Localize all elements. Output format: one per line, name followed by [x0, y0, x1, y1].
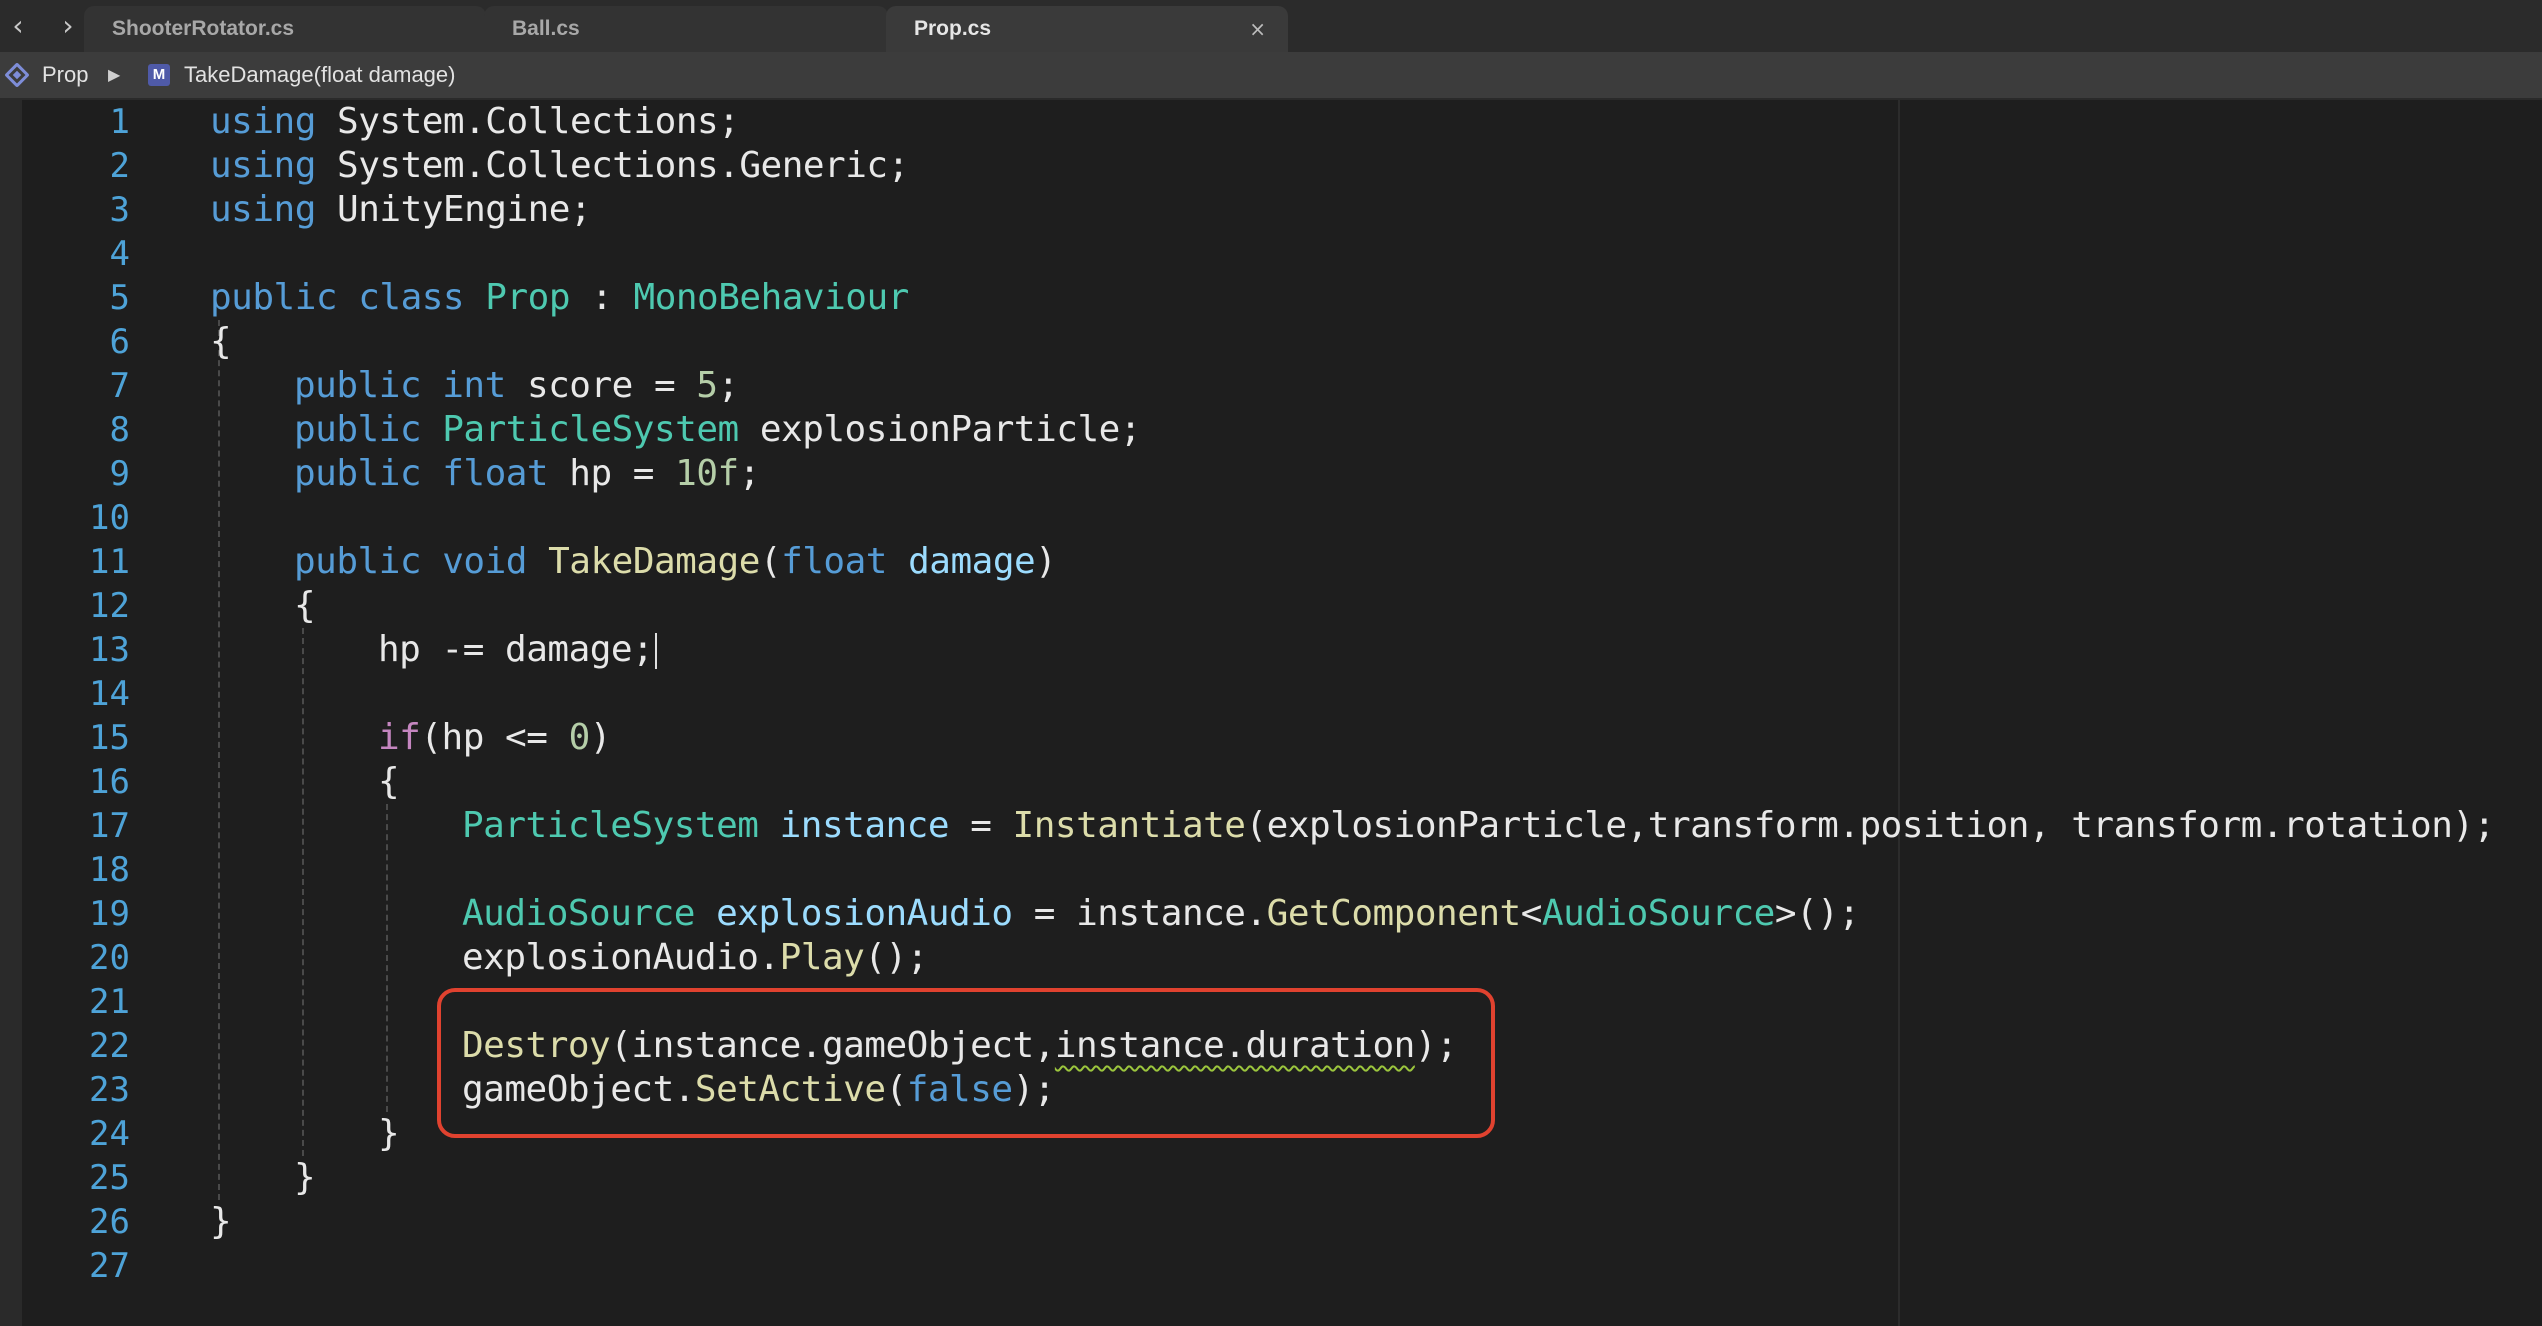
breadcrumb-separator-icon: ▶: [108, 65, 121, 84]
line-number: 25: [89, 1158, 130, 1198]
code-line: {: [210, 321, 232, 362]
code-line: public void TakeDamage(float damage): [294, 541, 1057, 582]
line-number: 12: [89, 586, 130, 626]
indent-guide: [386, 804, 388, 1112]
text-cursor: [655, 633, 658, 669]
code-line: public ParticleSystem explosionParticle;: [294, 409, 1141, 450]
line-number: 23: [89, 1070, 130, 1110]
line-number: 16: [89, 762, 130, 802]
code-line: gameObject.SetActive(false);: [462, 1069, 1055, 1110]
line-number: 15: [89, 718, 130, 758]
line-number: 3: [109, 190, 130, 230]
close-icon[interactable]: ×: [1249, 6, 1266, 52]
tab-shooterrotator[interactable]: ShooterRotator.cs: [84, 6, 486, 52]
line-number: 17: [89, 806, 130, 846]
tab-label: Prop.cs: [914, 17, 992, 40]
code-line: }: [210, 1201, 232, 1242]
line-number: 27: [89, 1246, 130, 1286]
breadcrumb-class[interactable]: Prop: [42, 52, 88, 98]
code-line: Destroy(instance.gameObject,instance.dur…: [462, 1025, 1458, 1066]
line-number: 22: [89, 1026, 130, 1066]
code-line: if(hp <= 0): [378, 717, 611, 758]
line-number: 26: [89, 1202, 130, 1242]
code-line: using System.Collections.Generic;: [210, 145, 909, 186]
tab-bar: ‹ › ShooterRotator.cs Ball.cs Prop.cs ×: [0, 0, 2542, 52]
code-line: }: [378, 1113, 400, 1154]
line-number: 5: [109, 278, 130, 318]
line-number: 9: [109, 454, 130, 494]
warning-squiggle[interactable]: instance.duration: [1055, 1025, 1415, 1066]
forward-arrow-icon[interactable]: ›: [52, 10, 84, 42]
line-number: 19: [89, 894, 130, 934]
tab-ball[interactable]: Ball.cs: [484, 6, 888, 52]
code-line: public class Prop : MonoBehaviour: [210, 277, 909, 318]
code-line: hp -= damage;: [378, 628, 658, 672]
line-number: 6: [109, 322, 130, 362]
code-line: }: [294, 1157, 316, 1198]
tab-label: Ball.cs: [512, 17, 580, 40]
code-line: using UnityEngine;: [210, 189, 592, 230]
line-number: 20: [89, 938, 130, 978]
breadcrumb-method[interactable]: TakeDamage(float damage): [184, 52, 455, 98]
code-line: {: [378, 761, 400, 802]
line-number: 24: [89, 1114, 130, 1154]
indent-guide: [218, 320, 220, 1200]
indent-guide: [302, 628, 304, 1156]
code-text[interactable]: using System.Collections; using System.C…: [210, 100, 2530, 1326]
line-number: 4: [109, 234, 130, 274]
line-number: 10: [89, 498, 130, 538]
tab-label: ShooterRotator.cs: [112, 17, 295, 40]
code-line: public int score = 5;: [294, 365, 739, 406]
line-number: 7: [109, 366, 130, 406]
line-number: 18: [89, 850, 130, 890]
line-number: 2: [109, 146, 130, 186]
breadcrumb: Prop ▶ M TakeDamage(float damage): [0, 52, 2542, 100]
tab-prop[interactable]: Prop.cs ×: [886, 6, 1288, 52]
line-number: 21: [89, 982, 130, 1022]
line-number: 14: [89, 674, 130, 714]
code-line: {: [294, 585, 316, 626]
editor-area[interactable]: 1 2 3 4 5 6 7 8 9 10 11 12 13 14 15 16 1…: [0, 100, 2542, 1326]
line-number: 1: [109, 102, 130, 142]
code-line: using System.Collections;: [210, 101, 740, 142]
line-number: 13: [89, 630, 130, 670]
code-line: explosionAudio.Play();: [462, 937, 928, 978]
code-line: AudioSource explosionAudio = instance.Ge…: [462, 893, 1860, 934]
code-editor-window: ‹ › ShooterRotator.cs Ball.cs Prop.cs × …: [0, 0, 2542, 1326]
line-number-gutter: 1 2 3 4 5 6 7 8 9 10 11 12 13 14 15 16 1…: [22, 100, 134, 1326]
back-arrow-icon[interactable]: ‹: [2, 10, 34, 42]
editor-margin-strip: [0, 100, 22, 1326]
code-line: public float hp = 10f;: [294, 453, 760, 494]
method-icon: M: [148, 64, 170, 86]
line-number: 11: [89, 542, 130, 582]
line-number: 8: [109, 410, 130, 450]
code-line: ParticleSystem instance = Instantiate(ex…: [462, 805, 2495, 846]
class-icon: [4, 62, 30, 88]
